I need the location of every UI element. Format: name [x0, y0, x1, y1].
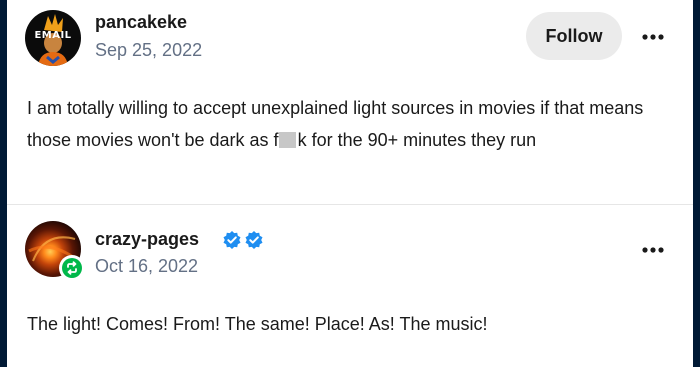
- post-date[interactable]: Oct 16, 2022: [95, 256, 198, 277]
- post-date[interactable]: Sep 25, 2022: [95, 40, 202, 61]
- avatar[interactable]: EMAIL: [25, 10, 81, 66]
- verified-badge-icon: [245, 231, 263, 249]
- post-body: I am totally willing to accept unexplain…: [27, 92, 683, 156]
- verified-badges: [222, 230, 266, 250]
- post-body: The light! Comes! From! The same! Place!…: [27, 314, 488, 334]
- post-author[interactable]: pancakeke: [95, 12, 187, 33]
- censor-block: [278, 132, 296, 148]
- more-options-button[interactable]: [633, 238, 673, 262]
- more-horizontal-icon: [642, 34, 664, 40]
- more-horizontal-icon: [642, 247, 664, 253]
- avatar-text: EMAIL: [34, 30, 72, 41]
- follow-button[interactable]: Follow: [526, 12, 622, 60]
- post-text-end: k for the 90+ minutes they run: [297, 130, 537, 150]
- post-author[interactable]: crazy-pages: [95, 229, 199, 250]
- post-crazy-pages: crazy-pages Oct 16, 2022 The light! Come…: [7, 205, 693, 367]
- reblog-icon: [67, 261, 77, 275]
- verified-badge-icon: [223, 231, 241, 249]
- reblog-badge: [59, 255, 85, 281]
- post-feed: EMAIL pancakeke Sep 25, 2022 Follow I am…: [7, 0, 693, 367]
- more-options-button[interactable]: [633, 25, 673, 49]
- post-pancakeke: EMAIL pancakeke Sep 25, 2022 Follow I am…: [7, 0, 693, 204]
